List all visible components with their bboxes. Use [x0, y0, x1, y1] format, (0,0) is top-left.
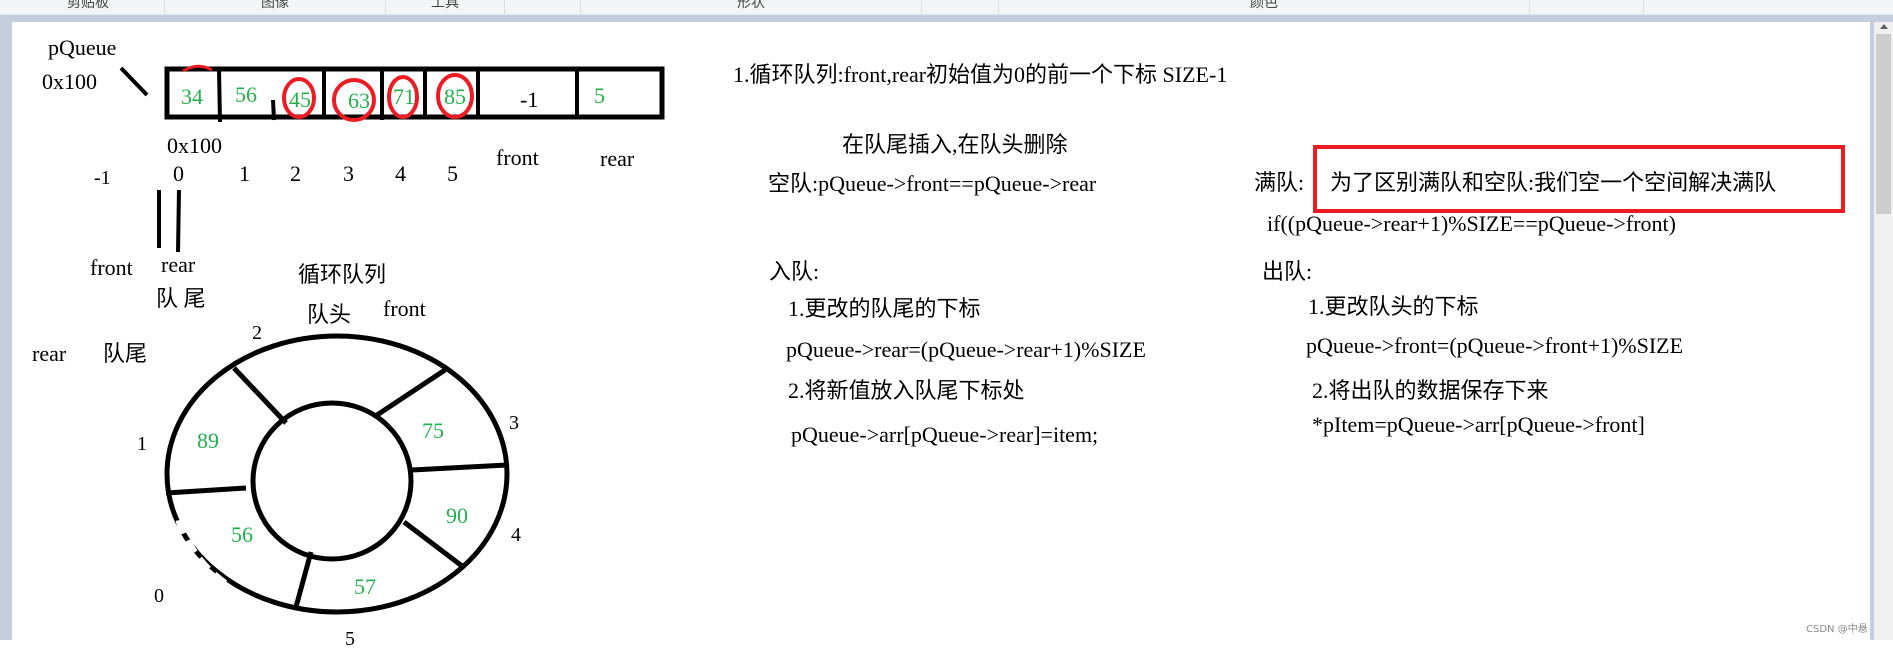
dequeue-title: 出队: — [1262, 259, 1313, 284]
array-cell-5: 85 — [444, 84, 466, 109]
pointer-value: 0x100 — [42, 69, 97, 94]
dequeue-step2: 2.将出队的数据保存下来 — [1312, 378, 1549, 403]
dequeue-code2: *pItem=pQueue->arr[pQueue->front] — [1312, 412, 1645, 437]
array-cell-4: 71 — [393, 84, 415, 109]
ring-front-label: front — [383, 296, 426, 321]
enqueue-step2: 2.将新值放入队尾下标处 — [788, 378, 1025, 403]
enqueue-title: 入队: — [769, 259, 820, 284]
ring-index-3: 3 — [509, 412, 519, 434]
ring-value-4: 90 — [446, 503, 468, 528]
notes-insert-delete: 在队尾插入,在队头删除 — [842, 132, 1068, 157]
pointer-label: pQueue — [48, 35, 117, 60]
ring-erased-gap — [175, 519, 233, 592]
ring-index-4: 4 — [511, 524, 521, 546]
ring-index-0: 0 — [154, 585, 164, 607]
ring-rear-label: rear — [32, 341, 67, 366]
notes-heading: 1.循环队列:front,rear初始值为0的前一个下标 SIZE-1 — [733, 62, 1228, 87]
ring-value-5: 57 — [354, 574, 376, 599]
under-label-tail: 队 尾 — [156, 286, 206, 311]
index-label: 1 — [239, 161, 250, 186]
ring-value-0: 56 — [231, 522, 253, 547]
notes-full-queue-note: 为了区别满队和空队:我们空一个空间解决满队 — [1330, 170, 1777, 195]
field-label-front: front — [496, 145, 539, 170]
index-label: 3 — [343, 161, 354, 186]
notes-full-queue-label: 满队: — [1254, 170, 1305, 195]
ring-index-5: 5 — [345, 628, 355, 650]
under-label-rear: rear — [161, 252, 196, 277]
watermark: CSDN @中悬 — [1806, 624, 1868, 635]
ring-value-1: 89 — [197, 428, 219, 453]
enqueue-step1: 1.更改的队尾的下标 — [788, 296, 981, 321]
enqueue-code2: pQueue->arr[pQueue->rear]=item; — [791, 422, 1099, 447]
notes-empty-queue: 空队:pQueue->front==pQueue->rear — [768, 171, 1097, 196]
dequeue-step1: 1.更改队头的下标 — [1308, 294, 1479, 319]
index-label: 4 — [395, 161, 406, 186]
ring-index-1: 1 — [137, 433, 147, 455]
field-label-rear: rear — [600, 146, 635, 171]
array-cell-rear: 5 — [594, 83, 605, 108]
ring-head-label: 队头 — [307, 302, 352, 327]
rear-marker-line — [176, 189, 181, 253]
index-label: -1 — [94, 167, 111, 189]
ring-index-2: 2 — [252, 322, 262, 344]
ring-title: 循环队列 — [298, 262, 387, 287]
notes-full-queue-condition: if((pQueue->rear+1)%SIZE==pQueue->front) — [1267, 211, 1676, 236]
ring-outer — [164, 333, 510, 615]
ring-value-3: 75 — [422, 418, 444, 443]
array-cell-1: 56 — [235, 82, 257, 107]
dequeue-code1: pQueue->front=(pQueue->front+1)%SIZE — [1306, 333, 1684, 358]
array-address: 0x100 — [167, 133, 222, 158]
enqueue-code1: pQueue->rear=(pQueue->rear+1)%SIZE — [786, 337, 1146, 362]
ring-tail-label: 队尾 — [103, 341, 148, 366]
array-cell-2: 45 — [289, 87, 311, 112]
index-label: 2 — [290, 161, 301, 186]
index-label: 0 — [173, 161, 184, 186]
pointer-arrow-line — [119, 66, 149, 97]
under-label-front: front — [90, 255, 133, 280]
array-cell-3: 63 — [348, 88, 370, 113]
array-cell-0: 34 — [181, 84, 203, 109]
ring-inner — [250, 400, 414, 562]
index-label: 5 — [447, 161, 458, 186]
array-cell-front: -1 — [520, 87, 539, 112]
